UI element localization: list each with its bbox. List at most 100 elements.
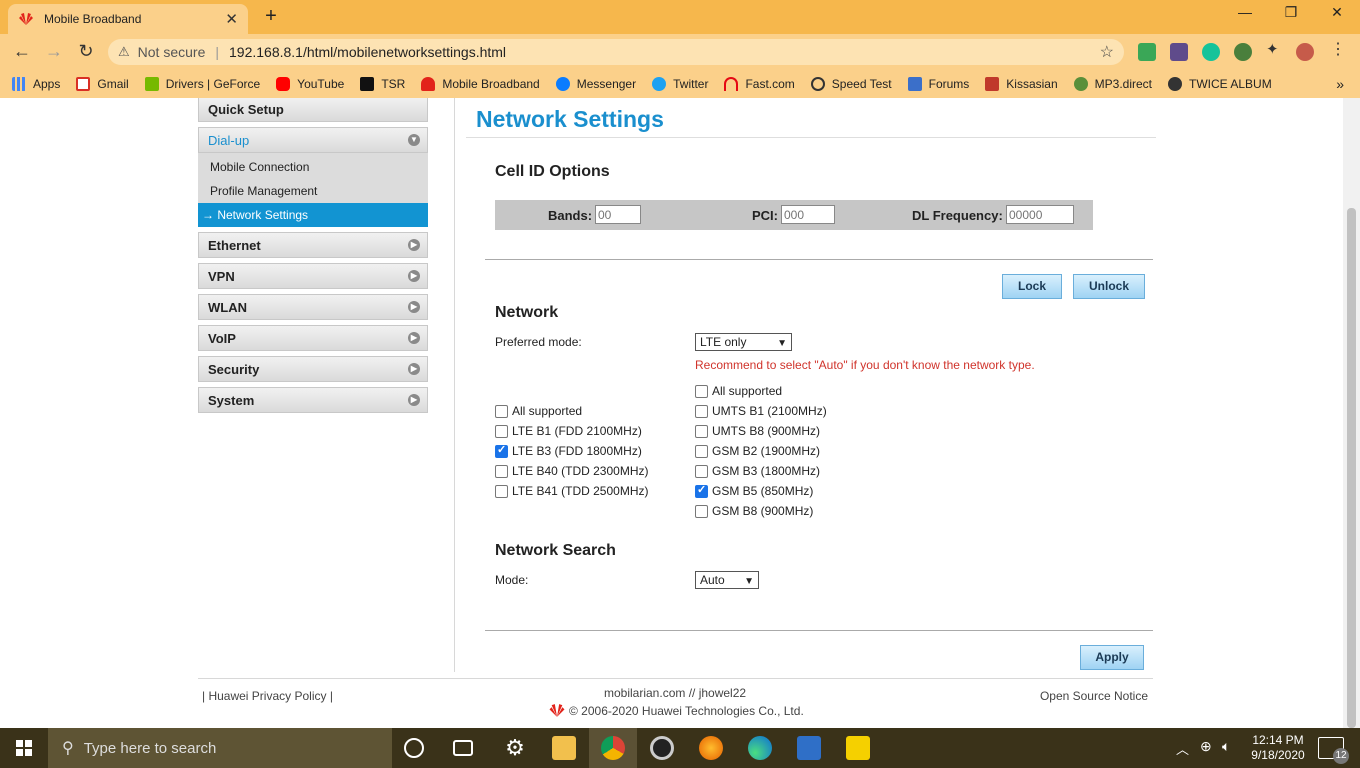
extension-globe-icon[interactable]	[1234, 43, 1252, 61]
other-band-checkbox-row[interactable]: All supported	[695, 384, 782, 398]
sidebar-item-voip[interactable]: VoIP ▶	[198, 325, 428, 351]
lte-band-checkbox-row[interactable]: LTE B41 (TDD 2500MHz)	[495, 484, 648, 498]
checkbox[interactable]	[495, 424, 508, 438]
minimize-icon[interactable]: —	[1222, 4, 1268, 26]
taskbar-search[interactable]: ⚲ Type here to search	[48, 728, 392, 768]
other-band-checkbox-row[interactable]: GSM B2 (1900MHz)	[695, 444, 820, 458]
checkbox[interactable]	[695, 424, 708, 438]
checkbox[interactable]	[495, 484, 508, 498]
checkbox[interactable]	[695, 504, 708, 518]
privacy-policy-link[interactable]: | Huawei Privacy Policy |	[202, 689, 333, 703]
checkbox[interactable]	[695, 464, 708, 478]
other-band-checkbox-row[interactable]: GSM B3 (1800MHz)	[695, 464, 820, 478]
checkbox[interactable]	[695, 444, 708, 458]
more-bookmarks-icon[interactable]: »	[1336, 76, 1344, 92]
cortana-icon[interactable]	[404, 738, 424, 758]
firefox-icon[interactable]	[699, 736, 723, 760]
checkbox[interactable]	[695, 483, 708, 498]
grammarly-icon[interactable]	[1202, 43, 1220, 61]
close-window-icon[interactable]: ✕	[1314, 4, 1360, 26]
checkbox[interactable]	[495, 443, 508, 458]
sidebar-item-quick-setup[interactable]: Quick Setup	[198, 98, 428, 122]
bookmark-kissasian[interactable]: Kissasian	[985, 77, 1058, 91]
close-tab-icon[interactable]: ✕	[225, 10, 238, 28]
sidebar-item-system[interactable]: System ▶	[198, 387, 428, 413]
checkbox[interactable]	[495, 404, 508, 418]
sidebar-item-wlan[interactable]: WLAN ▶	[198, 294, 428, 320]
edge-icon[interactable]	[748, 736, 772, 760]
bookmark-messenger[interactable]: Messenger	[555, 77, 636, 91]
file-explorer-icon[interactable]	[552, 736, 576, 760]
bookmark-geforce[interactable]: Drivers | GeForce	[144, 77, 260, 91]
star-icon[interactable]: ☆	[1100, 42, 1114, 62]
scrollbar-thumb[interactable]	[1347, 208, 1356, 728]
lte-band-checkbox-row[interactable]: LTE B3 (FDD 1800MHz)	[495, 443, 642, 458]
bookmark-tsr[interactable]: TSR	[360, 77, 405, 91]
bookmark-forums[interactable]: Forums	[907, 77, 969, 91]
shield-extension-icon[interactable]	[1138, 43, 1156, 61]
lock-button[interactable]: Lock	[1002, 274, 1062, 299]
sidebar-item-ethernet[interactable]: Ethernet ▶	[198, 232, 428, 258]
lte-band-checkbox-row[interactable]: LTE B1 (FDD 2100MHz)	[495, 424, 642, 438]
select-value: Auto	[700, 573, 725, 587]
chevron-up-icon[interactable]: ︿	[1176, 739, 1189, 758]
sidebar-item-network-settings[interactable]: → Network Settings	[198, 203, 428, 227]
checkbox[interactable]	[495, 464, 508, 478]
back-icon[interactable]: ←	[10, 41, 34, 63]
recommend-hint: Recommend to select "Auto" if you don't …	[695, 358, 1035, 372]
bookmark-mp3direct[interactable]: MP3.direct	[1073, 77, 1152, 91]
bookmark-youtube[interactable]: YouTube	[276, 77, 344, 91]
apply-button[interactable]: Apply	[1080, 645, 1144, 670]
new-tab-button[interactable]: +	[260, 6, 282, 28]
other-band-checkbox-row[interactable]: UMTS B1 (2100MHz)	[695, 404, 827, 418]
pci-input[interactable]	[781, 205, 835, 224]
bookmark-fast[interactable]: Fast.com	[724, 77, 795, 91]
unlock-button[interactable]: Unlock	[1073, 274, 1145, 299]
address-bar[interactable]: ⚠ Not secure | 192.168.8.1/html/mobilene…	[108, 39, 1124, 65]
bookmark-mobile-broadband[interactable]: Mobile Broadband	[421, 77, 540, 91]
windows-start-button[interactable]	[0, 728, 48, 768]
page-scrollbar[interactable]	[1343, 98, 1360, 728]
chrome-icon[interactable]	[601, 736, 625, 760]
reload-icon[interactable]: ↻	[74, 41, 98, 63]
network-globe-icon[interactable]: ⊕	[1200, 738, 1212, 755]
media-player-icon[interactable]	[650, 736, 674, 760]
bands-input[interactable]	[595, 205, 641, 224]
bookmark-gmail[interactable]: Gmail	[76, 77, 129, 91]
sticky-notes-icon[interactable]	[846, 736, 870, 760]
other-band-checkbox-row[interactable]: GSM B8 (900MHz)	[695, 504, 813, 518]
checkbox[interactable]	[695, 384, 708, 398]
search-mode-select[interactable]: Auto ▼	[695, 571, 759, 589]
other-band-checkbox-row[interactable]: GSM B5 (850MHz)	[695, 483, 813, 498]
network-app-icon[interactable]	[797, 736, 821, 760]
task-view-icon[interactable]	[453, 740, 473, 756]
bookmark-twice[interactable]: TWICE ALBUM	[1168, 77, 1272, 91]
lte-band-checkbox-row[interactable]: All supported	[495, 404, 582, 418]
notifications-icon[interactable]: 12	[1318, 737, 1349, 764]
sidebar-item-security[interactable]: Security ▶	[198, 356, 428, 382]
clock[interactable]: 12:14 PM 9/18/2020	[1246, 733, 1310, 763]
other-band-checkbox-row[interactable]: UMTS B8 (900MHz)	[695, 424, 820, 438]
browser-tab[interactable]: Mobile Broadband ✕	[8, 4, 248, 34]
sidebar-item-vpn[interactable]: VPN ▶	[198, 263, 428, 289]
menu-icon[interactable]: ⋮	[1330, 39, 1348, 58]
dl-frequency-input[interactable]	[1006, 205, 1074, 224]
sidebar-item-profile-management[interactable]: Profile Management	[198, 179, 428, 203]
forward-icon[interactable]: →	[42, 41, 66, 63]
puzzle-icon[interactable]: ✦	[1266, 40, 1284, 58]
open-source-link[interactable]: Open Source Notice	[1040, 689, 1148, 703]
lte-band-checkbox-row[interactable]: LTE B40 (TDD 2300MHz)	[495, 464, 648, 478]
restore-icon[interactable]: ❐	[1268, 4, 1314, 26]
bookmark-twitter[interactable]: Twitter	[652, 77, 708, 91]
avatar[interactable]	[1296, 43, 1314, 61]
cell-id-heading: Cell ID Options	[495, 163, 610, 180]
volume-icon[interactable]: 🔈︎	[1222, 738, 1230, 755]
sidebar-item-mobile-connection[interactable]: Mobile Connection	[198, 155, 428, 179]
bookmark-apps[interactable]: Apps	[12, 77, 60, 91]
sidebar-item-dialup[interactable]: Dial-up ▼	[198, 127, 428, 153]
bookmark-speedtest[interactable]: Speed Test	[810, 77, 892, 91]
checkbox[interactable]	[695, 404, 708, 418]
extension-icon[interactable]	[1170, 43, 1188, 61]
preferred-mode-select[interactable]: LTE only ▼	[695, 333, 792, 351]
settings-gear-icon[interactable]: ⚙	[503, 736, 527, 760]
